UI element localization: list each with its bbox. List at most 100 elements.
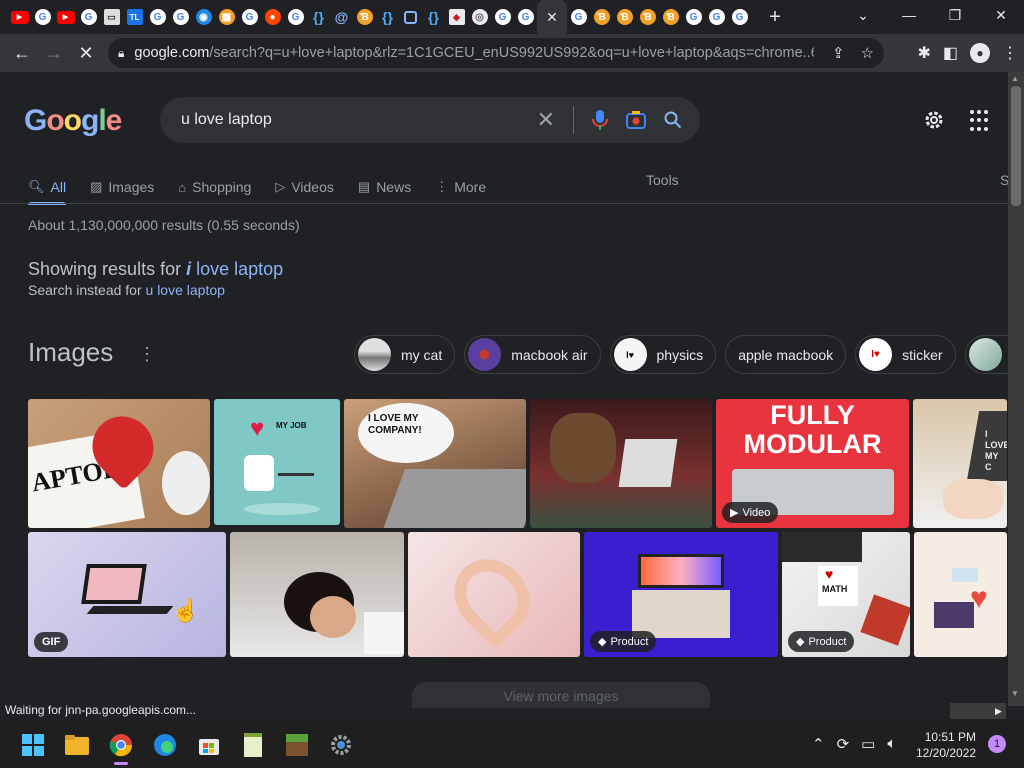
- image-result-love-math[interactable]: ♥ MATH ◆ Product: [782, 532, 910, 657]
- tab-videos[interactable]: ▷ Videos: [275, 172, 334, 202]
- tab-orange[interactable]: ▦: [215, 0, 238, 34]
- tab-orange-2[interactable]: Ɓ: [353, 0, 376, 34]
- minecraft-icon[interactable]: [284, 732, 310, 758]
- new-tab-button[interactable]: +: [761, 6, 789, 29]
- image-result-heart-illustration[interactable]: ♥: [914, 532, 1007, 657]
- close-icon[interactable]: ✕: [546, 9, 558, 26]
- scroll-right-icon[interactable]: ▶: [995, 706, 1002, 717]
- tab-active[interactable]: ✕: [537, 0, 567, 34]
- file-explorer-icon[interactable]: [64, 732, 90, 758]
- tab-brace-2[interactable]: {}: [376, 0, 399, 34]
- chevron-up-icon[interactable]: ⌃: [812, 735, 825, 753]
- image-result-heart-hands[interactable]: [408, 532, 580, 657]
- restore-button[interactable]: ❐: [932, 7, 978, 24]
- tab-more[interactable]: ⋮ More: [435, 172, 486, 202]
- image-result-fully-modular[interactable]: FULLY MODULAR ▶ Video: [716, 399, 909, 528]
- tab-orange-4[interactable]: Ɓ: [613, 0, 636, 34]
- tab-google-2[interactable]: G: [77, 0, 100, 34]
- scroll-down-icon[interactable]: ▼: [1011, 689, 1019, 698]
- tab-at[interactable]: @: [330, 0, 353, 34]
- tab-orange-6[interactable]: Ɓ: [659, 0, 682, 34]
- tab-google-1[interactable]: G: [31, 0, 54, 34]
- address-bar[interactable]: 🔒︎ google.com/search?q=u+love+laptop&rlz…: [108, 38, 884, 68]
- scroll-up-icon[interactable]: ▲: [1011, 74, 1019, 83]
- image-result-love-my-c[interactable]: I LOVE MY C: [913, 399, 1007, 528]
- bookmark-star-icon[interactable]: ☆: [861, 44, 874, 62]
- tab-shopping[interactable]: ⌂ Shopping: [178, 172, 251, 202]
- chip-macbook-air[interactable]: macbook air: [464, 335, 601, 374]
- google-logo[interactable]: Google: [24, 104, 122, 138]
- chip-apple-macbook[interactable]: apple macbook: [725, 335, 847, 374]
- tab-orange-3[interactable]: Ɓ: [590, 0, 613, 34]
- original-query-link[interactable]: u love laptop: [146, 282, 225, 298]
- settings-gear-icon[interactable]: [922, 108, 946, 132]
- minimize-button[interactable]: —: [886, 7, 932, 23]
- tab-wifi[interactable]: ◉: [192, 0, 215, 34]
- chip-my-cat[interactable]: my cat: [354, 335, 456, 374]
- tab-red-doc[interactable]: ◆: [445, 0, 468, 34]
- forward-icon[interactable]: →: [38, 43, 70, 64]
- tab-google-6[interactable]: G: [284, 0, 307, 34]
- tab-google-5[interactable]: G: [238, 0, 261, 34]
- image-result-macbook-product[interactable]: ◆ Product: [584, 532, 778, 657]
- google-apps-icon[interactable]: [970, 110, 992, 132]
- extensions-icon[interactable]: ✱: [917, 43, 930, 63]
- tab-reddit[interactable]: ●: [261, 0, 284, 34]
- url-text[interactable]: google.com/search?q=u+love+laptop&rlz=1C…: [134, 45, 814, 61]
- tab-google-9[interactable]: G: [567, 0, 590, 34]
- chrome-taskbar-icon[interactable]: [108, 732, 134, 758]
- search-box[interactable]: u love laptop ✕: [160, 97, 700, 143]
- view-more-images-button[interactable]: View more images: [412, 682, 710, 708]
- tab-youtube-1[interactable]: ▶: [8, 0, 31, 34]
- back-icon[interactable]: ←: [6, 43, 38, 64]
- taskbar-clock[interactable]: 10:51 PM 12/20/2022: [916, 729, 976, 761]
- image-result-teddy-laptop[interactable]: [530, 399, 712, 528]
- chip-physics[interactable]: I♥ physics: [609, 335, 717, 374]
- more-vert-icon[interactable]: ⋮: [138, 344, 156, 365]
- close-window-button[interactable]: ✕: [978, 7, 1024, 24]
- search-input[interactable]: u love laptop: [181, 111, 272, 129]
- image-result-woman-laptop[interactable]: [230, 532, 404, 657]
- tab-google-11[interactable]: G: [705, 0, 728, 34]
- tab-monitor[interactable]: ▭: [100, 0, 123, 34]
- tab-orange-5[interactable]: Ɓ: [636, 0, 659, 34]
- tools-button[interactable]: Tools: [646, 172, 679, 188]
- tab-chrome[interactable]: ◎: [468, 0, 491, 34]
- browser-menu-icon[interactable]: ⋮: [1002, 43, 1018, 63]
- chip-sticker[interactable]: I♥ sticker: [855, 335, 956, 374]
- notification-badge[interactable]: 1: [988, 735, 1006, 753]
- side-panel-icon[interactable]: ◧: [943, 43, 958, 63]
- tab-google-4[interactable]: G: [169, 0, 192, 34]
- microphone-icon[interactable]: [592, 109, 608, 131]
- edge-icon[interactable]: [152, 732, 178, 758]
- corrected-query-link[interactable]: i love laptop: [186, 259, 283, 279]
- tab-google-3[interactable]: G: [146, 0, 169, 34]
- image-result-love-my-company[interactable]: I LOVE MY COMPANY!: [344, 399, 526, 528]
- tab-brace-1[interactable]: {}: [307, 0, 330, 34]
- network-icon[interactable]: ▭: [861, 735, 875, 753]
- scrollbar-thumb[interactable]: [1011, 86, 1021, 206]
- search-icon[interactable]: [664, 111, 682, 129]
- tab-all[interactable]: 🔍︎ All: [28, 172, 67, 205]
- tab-square[interactable]: [399, 0, 422, 34]
- settings-icon[interactable]: [328, 732, 354, 758]
- tab-google-8[interactable]: G: [514, 0, 537, 34]
- share-icon[interactable]: ⇪: [832, 44, 845, 62]
- profile-avatar-icon[interactable]: ●: [970, 43, 990, 63]
- image-result-laptop-gif[interactable]: ☝ GIF: [28, 532, 226, 657]
- tab-youtube-2[interactable]: ▶: [54, 0, 77, 34]
- stop-loading-icon[interactable]: ✕: [70, 43, 102, 64]
- tab-search-button[interactable]: ⌄: [840, 7, 886, 24]
- tab-google-12[interactable]: G: [728, 0, 751, 34]
- tab-news[interactable]: ▤ News: [358, 172, 411, 202]
- windows-start-icon[interactable]: [20, 732, 46, 758]
- tab-images[interactable]: ▨ Images: [90, 172, 154, 202]
- camera-lens-icon[interactable]: [626, 110, 646, 130]
- tab-google-7[interactable]: G: [491, 0, 514, 34]
- tab-brace-3[interactable]: {}: [422, 0, 445, 34]
- sync-icon[interactable]: ⟳: [837, 735, 850, 753]
- clear-search-icon[interactable]: ✕: [537, 107, 555, 133]
- tab-google-10[interactable]: G: [682, 0, 705, 34]
- tab-tl[interactable]: TL: [123, 0, 146, 34]
- lock-icon[interactable]: 🔒︎: [118, 46, 124, 61]
